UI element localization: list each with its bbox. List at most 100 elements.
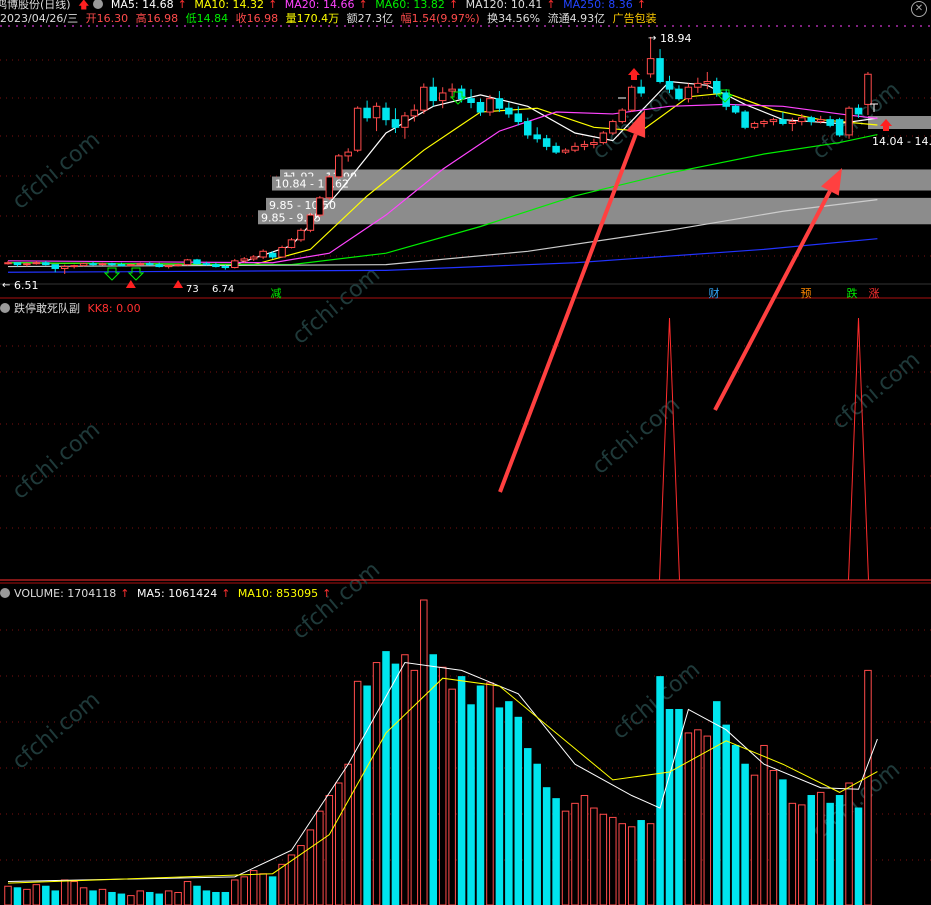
event-tag-1: 财 <box>709 286 720 300</box>
volume-bar <box>42 885 50 905</box>
candle-body <box>646 58 655 75</box>
ma-header: 鸿博股份(日线) 🡅 MA5: 14.68 ↑ MA10: 14.32 ↑ MA20… <box>0 0 650 12</box>
candle-body <box>127 264 135 267</box>
candle-body <box>79 263 88 267</box>
volume-bar <box>561 810 570 905</box>
volume-bar <box>193 885 201 905</box>
candle-body <box>202 263 211 266</box>
volume-bar <box>798 804 806 905</box>
up-arrow-icon: ↑ <box>177 0 187 11</box>
up-arrow-icon: ↑ <box>358 0 368 11</box>
volume-pane <box>4 599 878 905</box>
candle-body <box>335 155 343 178</box>
volume-bar <box>835 795 844 905</box>
volume-bar <box>391 663 400 905</box>
indicator-title[interactable]: 跌停敢死队副 <box>14 302 80 315</box>
watermark-text: cfchi.com <box>828 347 925 434</box>
volume-bar <box>627 826 636 905</box>
candle-body <box>287 239 296 248</box>
candle-body <box>760 121 768 124</box>
candle-body <box>552 145 560 153</box>
volume-bar <box>637 820 645 905</box>
volume-bar <box>769 769 778 905</box>
up-arrow-icon: ↑ <box>120 587 130 600</box>
candle-body <box>816 119 825 123</box>
stock-chart: cfchi.com cfchi.com cfchi.com cfchi.com cfch… <box>0 25 931 905</box>
candle-body <box>854 107 863 115</box>
candle-body <box>231 260 239 269</box>
volume-bar <box>259 873 267 905</box>
volume-bar <box>249 870 258 905</box>
watermarks: cfchi.com cfchi.com cfchi.com cfchi.com cfch… <box>8 77 925 844</box>
candle-body <box>741 111 749 128</box>
candle-body <box>372 105 381 119</box>
settings-circle-icon[interactable] <box>93 0 104 9</box>
change-label: 幅1.54(9.97%) <box>400 12 480 25</box>
candle-body <box>4 262 12 265</box>
volume-bar <box>646 823 655 905</box>
volume-bar <box>174 891 182 905</box>
volume-bar <box>864 669 872 905</box>
candle-body <box>391 119 400 128</box>
candle-body <box>438 92 447 102</box>
candle-body <box>193 259 201 265</box>
volume-bar <box>731 744 740 905</box>
kk8-value: KK8: 0.00 <box>87 302 141 315</box>
candle-body <box>249 256 258 260</box>
volume-label: 量170.4万 <box>285 12 340 25</box>
watermark-text: cfchi.com <box>288 262 385 349</box>
candle-body <box>731 105 740 113</box>
volume-bar <box>788 802 797 905</box>
candle-body <box>98 263 107 266</box>
arrow-left-icon: ← <box>2 280 10 291</box>
volume-bar <box>335 782 343 905</box>
candle-body <box>486 98 494 113</box>
volume-bar <box>514 716 523 905</box>
candle-body <box>401 115 409 128</box>
candle-body <box>476 101 485 113</box>
industry-label[interactable]: 广告包装 <box>613 12 657 25</box>
volume-ma5: MA5: 1061424 <box>136 587 218 600</box>
volume-value[interactable]: VOLUME: 1704118 <box>14 587 116 600</box>
volume-bar <box>89 890 97 905</box>
candle-body <box>316 197 324 216</box>
candle-body <box>495 98 504 109</box>
watermark-text: cfchi.com <box>8 127 105 214</box>
candle-body <box>174 264 182 267</box>
candle-body <box>826 119 834 126</box>
close-icon[interactable]: ✕ <box>911 1 927 17</box>
price-tag: 6.74 <box>212 284 234 295</box>
candle-body <box>514 113 523 123</box>
annotation-arrows <box>498 110 842 493</box>
candle-body <box>542 138 551 147</box>
volume-bar <box>231 879 239 905</box>
candle-body <box>722 92 730 107</box>
candle-body <box>240 258 248 262</box>
volume-bar <box>665 708 674 905</box>
candle-body <box>23 263 31 266</box>
ma250-line <box>7 238 878 273</box>
candle-body <box>533 134 541 140</box>
price-tag: 73 <box>186 284 199 295</box>
settings-circle-icon[interactable] <box>0 588 10 598</box>
volume-bar <box>155 893 163 905</box>
chart-grid <box>0 25 931 861</box>
ma20-label: MA20: 14.66 <box>284 0 355 11</box>
indicator-spike <box>659 317 680 581</box>
volume-bar <box>741 763 749 905</box>
volume-bar <box>703 735 712 905</box>
settings-circle-icon[interactable] <box>0 303 10 313</box>
volume-bar <box>212 891 220 905</box>
candle-body <box>325 176 334 199</box>
candle-body <box>561 149 570 153</box>
watermark-text: cfchi.com <box>8 687 105 774</box>
candle-body <box>665 81 674 90</box>
candle-body <box>212 264 220 268</box>
candle-body <box>42 262 50 266</box>
candle-body <box>618 109 626 123</box>
candle-body <box>70 265 78 268</box>
volume-bar <box>60 879 69 905</box>
stock-name[interactable]: 鸿博股份(日线) <box>0 0 71 11</box>
candle-body <box>524 121 532 136</box>
high-label: 高16.98 <box>135 12 179 25</box>
